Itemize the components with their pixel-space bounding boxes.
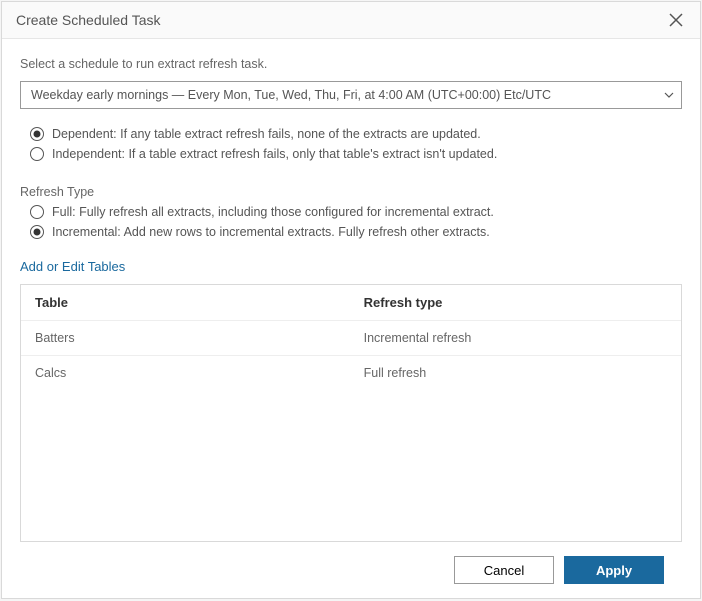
create-scheduled-task-dialog: Create Scheduled Task Select a schedule … — [1, 1, 701, 599]
radio-icon — [30, 147, 44, 161]
radio-label: Incremental: Add new rows to incremental… — [52, 225, 490, 239]
refresh-type-radio-group: Full: Fully refresh all extracts, includ… — [30, 205, 682, 245]
radio-icon — [30, 127, 44, 141]
radio-label: Dependent: If any table extract refresh … — [52, 127, 481, 141]
table-header-row: Table Refresh type — [21, 285, 681, 320]
table-header-refresh-type: Refresh type — [364, 295, 667, 310]
table-cell-name: Batters — [35, 331, 364, 345]
radio-label: Independent: If a table extract refresh … — [52, 147, 497, 161]
table-row[interactable]: Batters Incremental refresh — [21, 320, 681, 355]
schedule-select[interactable]: Weekday early mornings — Every Mon, Tue,… — [20, 81, 682, 109]
radio-icon — [30, 205, 44, 219]
add-edit-tables-link[interactable]: Add or Edit Tables — [20, 259, 682, 274]
apply-button[interactable]: Apply — [564, 556, 664, 584]
table-row[interactable]: Calcs Full refresh — [21, 355, 681, 390]
table-cell-name: Calcs — [35, 366, 364, 380]
dialog-title: Create Scheduled Task — [16, 12, 161, 28]
dialog-header: Create Scheduled Task — [2, 2, 700, 39]
refresh-type-option-incremental[interactable]: Incremental: Add new rows to incremental… — [30, 225, 682, 239]
table-cell-refresh-type: Full refresh — [364, 366, 667, 380]
cancel-button[interactable]: Cancel — [454, 556, 554, 584]
radio-icon — [30, 225, 44, 239]
dependency-radio-group: Dependent: If any table extract refresh … — [30, 127, 682, 167]
tables-panel: Table Refresh type Batters Incremental r… — [20, 284, 682, 542]
table-cell-refresh-type: Incremental refresh — [364, 331, 667, 345]
close-icon — [669, 13, 683, 27]
instruction-text: Select a schedule to run extract refresh… — [20, 57, 682, 71]
table-header-table: Table — [35, 295, 364, 310]
dependency-option-independent[interactable]: Independent: If a table extract refresh … — [30, 147, 682, 161]
dialog-body: Select a schedule to run extract refresh… — [2, 39, 700, 598]
radio-label: Full: Fully refresh all extracts, includ… — [52, 205, 494, 219]
refresh-type-option-full[interactable]: Full: Fully refresh all extracts, includ… — [30, 205, 682, 219]
dependency-option-dependent[interactable]: Dependent: If any table extract refresh … — [30, 127, 682, 141]
refresh-type-label: Refresh Type — [20, 185, 682, 199]
schedule-select-wrap: Weekday early mornings — Every Mon, Tue,… — [20, 81, 682, 109]
dialog-footer: Cancel Apply — [20, 542, 682, 598]
close-button[interactable] — [666, 10, 686, 30]
